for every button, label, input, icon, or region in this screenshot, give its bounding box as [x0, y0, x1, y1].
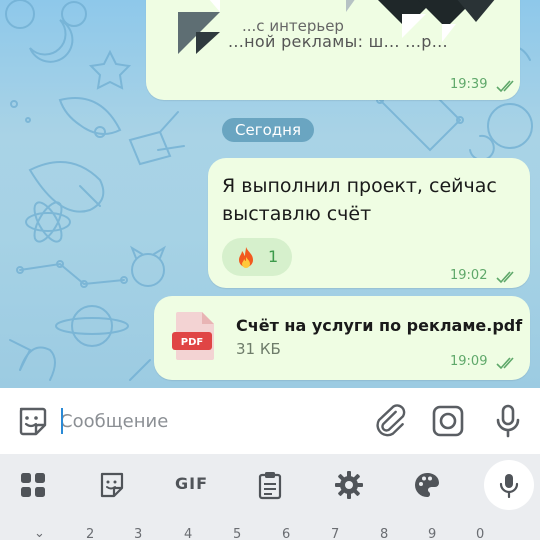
- double-check-icon: [496, 357, 514, 370]
- keyboard-toolbar: GIF: [0, 454, 540, 516]
- key-5[interactable]: 5: [233, 527, 241, 540]
- message-text: Я выполнил проект, сейчас выставлю счёт: [222, 175, 497, 225]
- clipboard-icon[interactable]: [255, 470, 285, 500]
- gif-button[interactable]: GIF: [175, 474, 208, 493]
- key-8[interactable]: 8: [380, 527, 388, 540]
- file-message-bubble[interactable]: PDF Счёт на услуги по рекламе.pdf 31 КБ …: [154, 296, 530, 380]
- text-cursor: [61, 408, 63, 434]
- message-bubble[interactable]: Я выполнил проект, сейчас выставлю счёт …: [208, 158, 530, 288]
- attach-icon[interactable]: [372, 403, 408, 439]
- fire-icon: [239, 247, 253, 268]
- apps-grid-icon[interactable]: [18, 470, 48, 500]
- message-time: 19:02: [450, 268, 488, 283]
- key-2[interactable]: 2: [86, 527, 94, 540]
- key-4[interactable]: 4: [184, 527, 192, 540]
- file-type-label: PDF: [181, 337, 203, 348]
- double-check-icon: [496, 271, 514, 284]
- chat-area[interactable]: ...с интерьер ...ной рекламы: ш... ...р.…: [0, 0, 540, 388]
- message-input[interactable]: [60, 406, 360, 436]
- double-check-icon: [496, 80, 514, 93]
- palette-icon[interactable]: [412, 470, 442, 500]
- sticker-icon[interactable]: [14, 403, 50, 439]
- microphone-icon[interactable]: [490, 403, 526, 439]
- key-9[interactable]: 9: [428, 527, 436, 540]
- keyboard-number-row: ⌄ 2 3 4 5 6 7 8 9 0: [0, 516, 540, 540]
- gear-icon[interactable]: [334, 470, 364, 500]
- file-size: 31 КБ: [236, 340, 281, 358]
- voice-input-button[interactable]: [484, 460, 534, 510]
- camera-icon[interactable]: [430, 403, 466, 439]
- preview-text-line2: ...ной рекламы: ш... ...р...: [228, 32, 448, 51]
- date-separator: Сегодня: [222, 118, 314, 142]
- key-6[interactable]: 6: [282, 527, 290, 540]
- key-7[interactable]: 7: [331, 527, 339, 540]
- link-preview-bubble[interactable]: ...с интерьер ...ной рекламы: ш... ...р.…: [146, 0, 520, 100]
- pdf-file-icon[interactable]: PDF: [172, 310, 218, 362]
- message-time: 19:09: [450, 354, 488, 369]
- file-name: Счёт на услуги по рекламе.pdf: [236, 316, 523, 335]
- key-0[interactable]: 0: [476, 527, 484, 540]
- message-input-bar: [0, 388, 540, 454]
- reaction-count: 1: [268, 247, 279, 266]
- key-3[interactable]: 3: [134, 527, 142, 540]
- reaction-chip[interactable]: 1: [222, 238, 292, 276]
- microphone-icon: [499, 474, 519, 498]
- sticker-icon[interactable]: [97, 470, 127, 500]
- message-time: 19:39: [450, 77, 488, 92]
- collapse-keyboard-icon[interactable]: ⌄: [34, 526, 45, 540]
